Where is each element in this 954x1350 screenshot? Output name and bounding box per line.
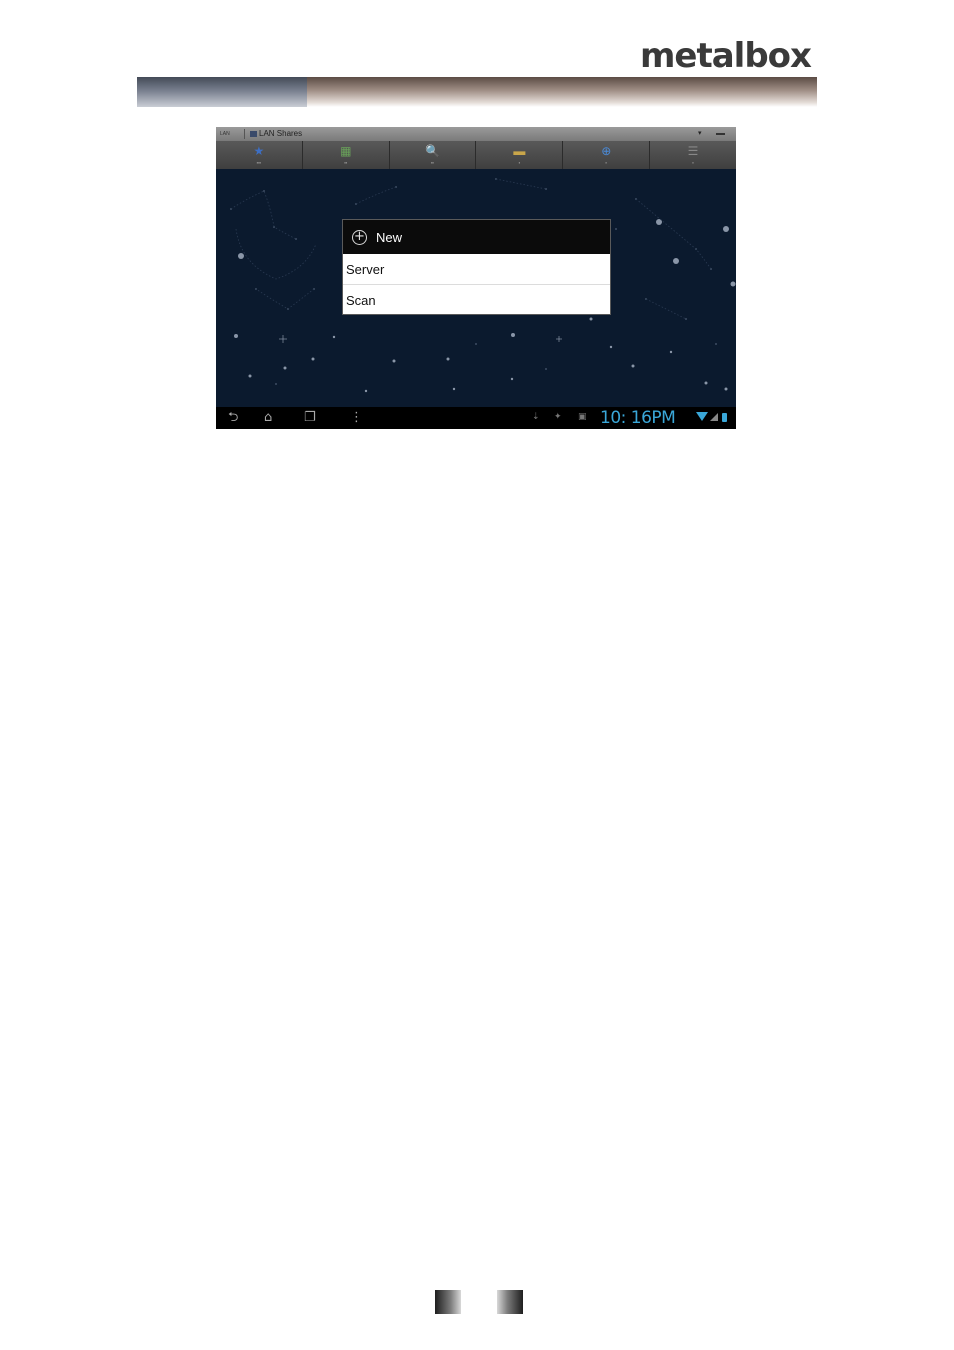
toolbar-label: ▪	[692, 160, 694, 165]
context-menu-header: + New	[343, 220, 610, 254]
battery-icon	[722, 413, 727, 422]
folder-icon: ▬	[513, 144, 526, 158]
minimize-icon[interactable]	[716, 133, 725, 135]
toolbar-label: ▪▪▪	[256, 160, 262, 165]
breadcrumb-label: LAN Shares	[259, 129, 303, 138]
breadcrumb[interactable]: LAN Shares	[250, 127, 302, 141]
menu-item-server[interactable]: Server	[343, 254, 610, 285]
app-titlebar: LAN LAN Shares ▾	[216, 127, 736, 141]
android-debug-icon: ✦	[554, 412, 562, 422]
home-icon[interactable]: ⌂	[264, 410, 272, 426]
page-marker-right	[497, 1290, 523, 1314]
overflow-menu-icon[interactable]: ⋮	[350, 410, 363, 426]
toolbar-button-folder[interactable]: ▬ ▪	[476, 141, 564, 169]
toolbar-label: ▪	[518, 160, 521, 165]
usb-icon: ⇣	[532, 412, 540, 422]
toolbar-button-new[interactable]: ⊕ ▪	[563, 141, 651, 169]
grid-icon: ▦	[340, 144, 352, 158]
wifi-icon	[696, 412, 708, 421]
brand-logo: metalbox	[640, 36, 812, 76]
toolbar-button-select[interactable]: ▦ ▪▪	[303, 141, 390, 169]
star-icon: ★	[253, 144, 265, 158]
new-icon: ⊕	[601, 144, 612, 158]
menu-item-scan[interactable]: Scan	[343, 285, 610, 315]
context-menu: + New Server Scan	[342, 219, 611, 315]
toolbar-label: ▪	[605, 160, 607, 165]
signal-icon	[710, 413, 718, 421]
recent-apps-icon[interactable]: ❐	[304, 410, 316, 426]
back-icon[interactable]: ⮌	[228, 410, 238, 426]
app-toolbar: ★ ▪▪▪ ▦ ▪▪ 🔍 ▪▪ ▬ ▪ ⊕ ▪ ☰ ▪	[216, 141, 736, 169]
toolbar-button-menu[interactable]: ☰ ▪	[650, 141, 736, 169]
list-icon: ☰	[687, 144, 699, 158]
toolbar-label: ▪▪	[344, 160, 348, 165]
context-menu-title: New	[376, 229, 403, 245]
notification-icon: ▣	[578, 412, 587, 422]
status-clock: 10: 16PM	[600, 408, 676, 428]
device-screenshot: LAN LAN Shares ▾ ★ ▪▪▪ ▦ ▪▪ 🔍 ▪▪ ▬ ▪ ⊕ ▪ ☰ ▪	[216, 127, 736, 429]
location-mini-label: LAN	[220, 131, 230, 137]
page-marker-left	[435, 1290, 461, 1314]
titlebar-separator	[244, 129, 245, 139]
search-icon: 🔍	[425, 144, 441, 158]
chevron-down-icon[interactable]: ▾	[698, 127, 702, 141]
toolbar-button-favorites[interactable]: ★ ▪▪▪	[216, 141, 303, 169]
toolbar-button-search[interactable]: 🔍 ▪▪	[390, 141, 477, 169]
toolbar-label: ▪▪	[431, 160, 434, 165]
plus-circle-icon: +	[352, 229, 367, 245]
system-navbar: ⮌ ⌂ ❐ ⋮ ⇣ ✦ ▣ 10: 16PM	[216, 407, 736, 429]
network-icon	[250, 131, 257, 137]
header-band-tab	[137, 77, 307, 107]
